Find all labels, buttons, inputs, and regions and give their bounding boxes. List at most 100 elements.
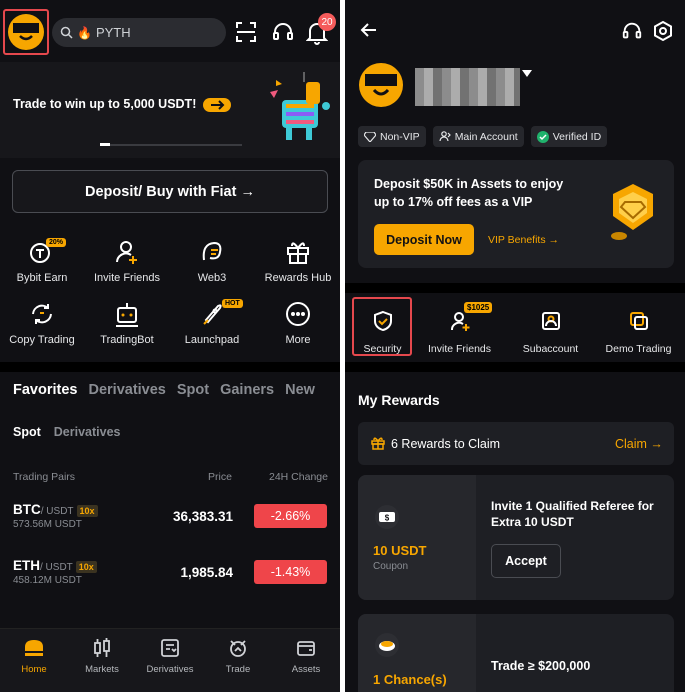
- quick-demo-trading[interactable]: Demo Trading: [596, 310, 681, 355]
- quick-security[interactable]: Security: [345, 310, 425, 355]
- markets-icon: [91, 637, 113, 659]
- pair-quote: / USDT: [40, 562, 73, 573]
- tab-gainers[interactable]: Gainers: [220, 382, 274, 398]
- copy-trading-icon: [28, 300, 56, 328]
- reward-amount: 1 Chance(s): [373, 672, 447, 687]
- avatar[interactable]: [8, 14, 44, 50]
- deposit-buy-fiat-button[interactable]: Deposit/ Buy with Fiat →: [12, 170, 328, 213]
- fire-icon: 🔥: [77, 25, 92, 40]
- support-headset-icon[interactable]: [621, 20, 643, 42]
- shortcut-web3[interactable]: Web3: [170, 238, 254, 284]
- more-icon: [284, 300, 312, 328]
- shield-icon: [372, 310, 394, 332]
- chip-main-account[interactable]: Main Account: [432, 126, 524, 147]
- demo-trading-icon: [628, 310, 650, 332]
- section-divider: [345, 283, 685, 293]
- back-arrow-icon[interactable]: [359, 20, 379, 40]
- pinata-illustration: [264, 72, 336, 150]
- shortcut-label: Rewards Hub: [264, 272, 332, 284]
- pair-base: BTC: [13, 502, 41, 517]
- market-tabs: Favorites Derivatives Spot Gainers New: [13, 382, 315, 398]
- pair-quote: / USDT: [40, 506, 74, 517]
- shortcut-label: Invite Friends: [93, 272, 161, 284]
- vip-diamond-illustration: [607, 180, 659, 246]
- chance-icon: [373, 632, 401, 658]
- chip-label: Main Account: [454, 130, 518, 143]
- accept-button[interactable]: Accept: [491, 544, 561, 578]
- section-divider: [0, 362, 340, 372]
- deposit-now-button[interactable]: Deposit Now: [374, 224, 474, 255]
- profile-screen: Non-VIP Main Account Verified ID Deposit…: [345, 0, 685, 692]
- nav-label: Markets: [85, 664, 119, 675]
- nav-markets[interactable]: Markets: [68, 629, 136, 675]
- notification-badge: 20: [318, 13, 336, 31]
- shortcut-label: More: [285, 334, 311, 346]
- nav-trade[interactable]: Trade: [204, 629, 272, 675]
- subtab-derivatives[interactable]: Derivatives: [54, 425, 121, 439]
- vip-benefits-link[interactable]: VIP Benefits →: [488, 234, 559, 246]
- quick-invite-friends[interactable]: Invite Friends: [417, 310, 502, 355]
- scan-icon[interactable]: [234, 20, 260, 46]
- banner-text: Trade to win up to 5,000 USDT!: [13, 97, 197, 111]
- nav-assets[interactable]: Assets: [272, 629, 340, 675]
- market-sub-tabs: Spot Derivatives: [13, 425, 121, 439]
- nav-derivatives[interactable]: Derivatives: [136, 629, 204, 675]
- coupon-icon: $: [373, 505, 401, 529]
- chip-verified-id[interactable]: Verified ID: [530, 126, 608, 147]
- chip-label: Verified ID: [552, 130, 602, 143]
- subaccount-icon: [540, 310, 562, 332]
- account-chips: Non-VIP Main Account Verified ID: [358, 126, 608, 147]
- pair-change: -1.43%: [254, 560, 327, 584]
- search-input[interactable]: 🔥 PYTH: [52, 18, 226, 47]
- home-screen: 🔥 PYTH 20 Trade to win up to 5,000 USDT!: [0, 0, 340, 692]
- tab-favorites[interactable]: Favorites: [13, 382, 77, 398]
- nav-home[interactable]: Home: [0, 629, 68, 675]
- profile-avatar[interactable]: [359, 63, 403, 107]
- column-header-change: 24H Change: [269, 471, 328, 483]
- subtab-spot[interactable]: Spot: [13, 425, 41, 439]
- quick-label: Subaccount: [522, 343, 579, 355]
- search-value: PYTH: [95, 25, 131, 40]
- banner-arrow-button[interactable]: [203, 98, 231, 112]
- wallet-icon: [295, 637, 317, 659]
- web3-icon: [198, 238, 226, 266]
- quick-subaccount[interactable]: Subaccount: [508, 310, 593, 355]
- shortcut-copy-trading[interactable]: Copy Trading: [0, 300, 84, 346]
- support-headset-icon[interactable]: [271, 20, 297, 46]
- claim-link[interactable]: Claim →: [615, 437, 663, 451]
- gift-icon: [371, 436, 385, 450]
- shortcut-bybit-earn[interactable]: Bybit Earn: [0, 238, 84, 284]
- svg-text:$: $: [385, 514, 390, 523]
- reward-card: [358, 475, 674, 600]
- shortcut-more[interactable]: More: [256, 300, 340, 346]
- pair-volume: 458.12M USDT: [13, 575, 82, 586]
- settings-gear-icon[interactable]: [652, 20, 674, 42]
- quick-label: Invite Friends: [427, 343, 492, 355]
- rewards-title: My Rewards: [358, 392, 440, 408]
- shortcut-label: Copy Trading: [9, 334, 75, 346]
- invite-reward-tag: $1025: [464, 302, 493, 313]
- earn-rate-tag: 20%: [46, 238, 67, 247]
- chip-non-vip[interactable]: Non-VIP: [358, 126, 426, 147]
- tab-spot[interactable]: Spot: [177, 382, 209, 398]
- quick-label: Security: [363, 343, 402, 355]
- nav-label: Home: [21, 664, 47, 675]
- gift-icon: [284, 238, 312, 266]
- pair-symbol: BTC/ USDT 10x: [13, 502, 98, 517]
- shortcut-trading-bot[interactable]: TradingBot: [85, 300, 169, 346]
- invite-friends-icon: [113, 238, 141, 266]
- trading-bot-icon: [113, 300, 141, 328]
- chip-label: Non-VIP: [380, 130, 420, 143]
- tab-derivatives[interactable]: Derivatives: [88, 382, 165, 398]
- launchpad-hot-tag: HOT: [222, 299, 243, 308]
- banner-carousel-indicator: [100, 143, 110, 146]
- pair-symbol: ETH/ USDT 10x: [13, 558, 97, 573]
- tab-new[interactable]: New: [285, 382, 315, 398]
- diamond-icon: [364, 131, 376, 142]
- blurred-username: [415, 68, 520, 106]
- shortcut-invite-friends[interactable]: Invite Friends: [85, 238, 169, 284]
- account-icon: [439, 131, 451, 142]
- caret-down-icon[interactable]: [522, 70, 532, 78]
- shortcut-rewards-hub[interactable]: Rewards Hub: [256, 238, 340, 284]
- pair-base: ETH: [13, 558, 40, 573]
